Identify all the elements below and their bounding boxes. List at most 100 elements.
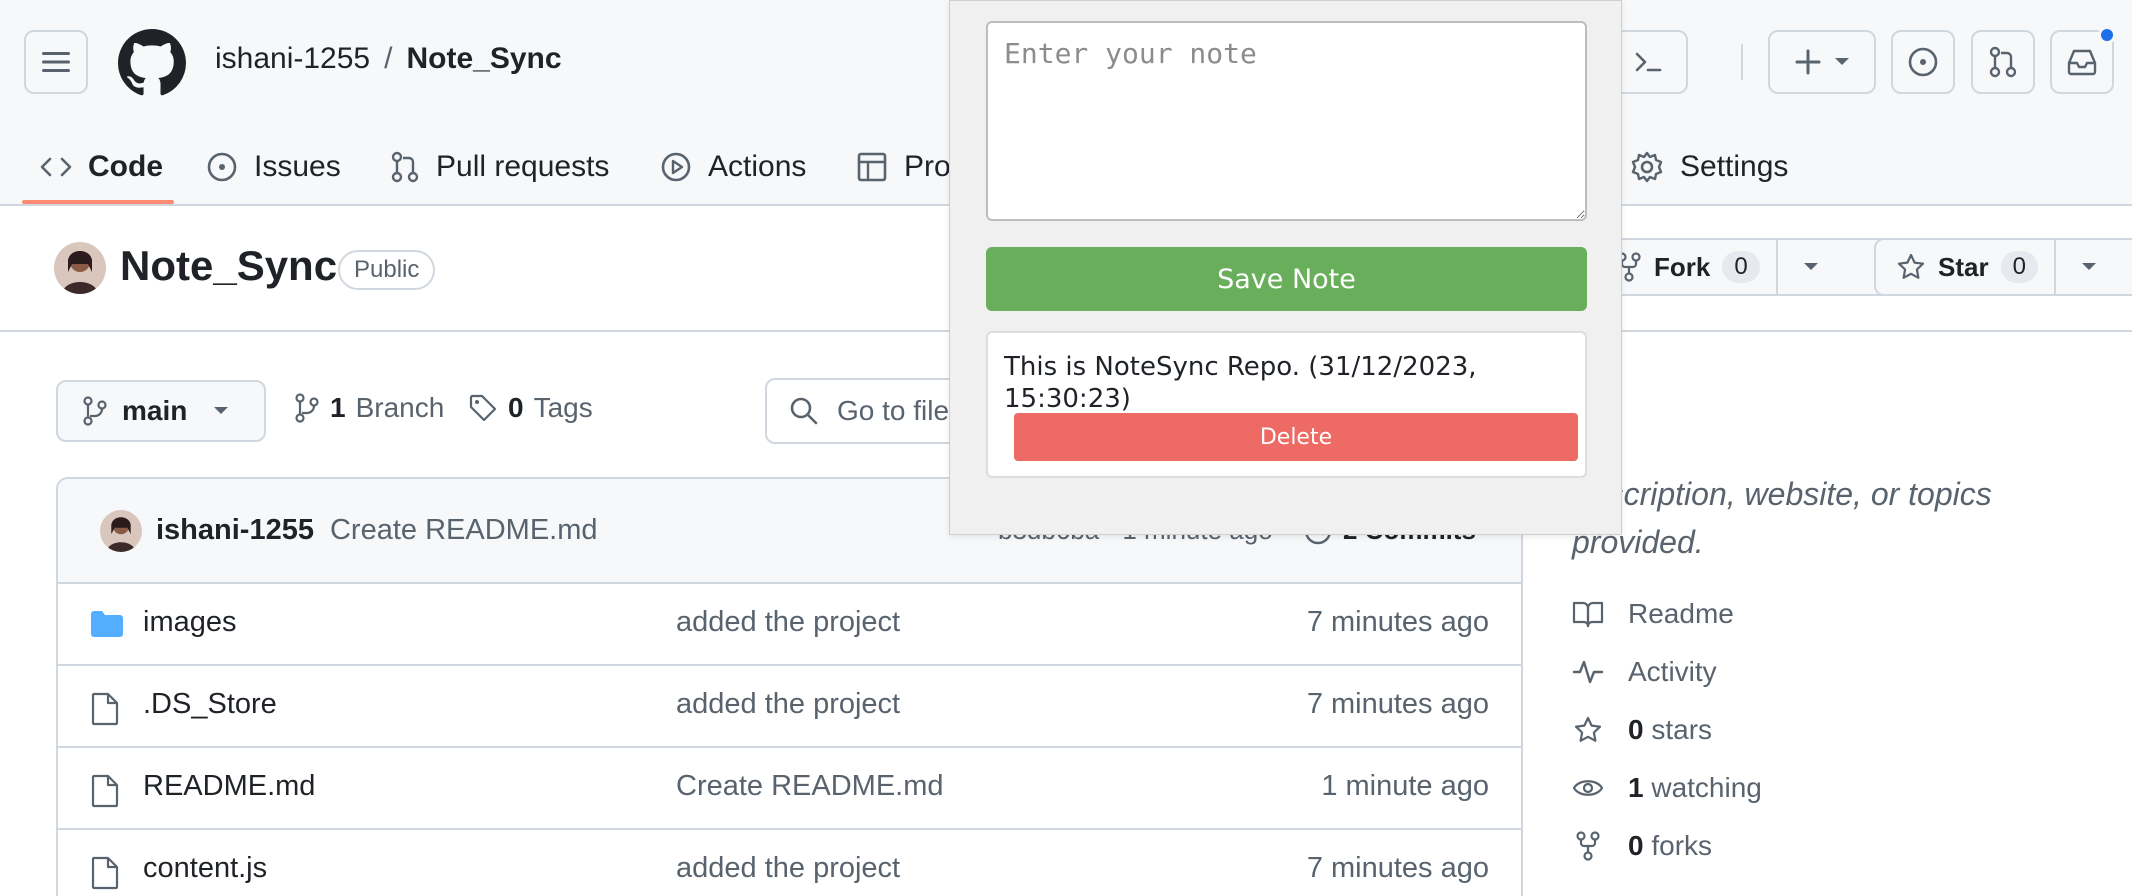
menu-button[interactable] [24,30,88,94]
branch-icon [295,393,319,423]
create-new-button[interactable] [1768,30,1876,94]
file-name[interactable]: .DS_Store [143,688,277,721]
notesync-extension-popup: Save Note This is NoteSync Repo. (31/12/… [949,0,1622,535]
file-row: content.js added the project 7 minutes a… [58,830,1521,896]
file-icon [91,692,119,726]
tab-actions-label: Actions [708,150,807,183]
breadcrumb-repo-link[interactable]: Note_Sync [406,42,561,76]
folder-icon [91,611,123,637]
file-commit-message[interactable]: added the project [676,606,900,639]
repo-title[interactable]: Note_Sync [120,242,337,290]
sidebar-item-watching[interactable]: 1 watching [1572,772,1762,804]
star-label: Star [1938,251,1989,282]
watching-count: 1 [1628,772,1644,803]
star-button[interactable]: Star 0 [1876,240,2056,294]
sidebar-item-label: watching [1651,772,1762,803]
note-input[interactable] [986,21,1587,221]
issues-button[interactable] [1891,30,1955,94]
breadcrumb-owner-link[interactable]: ishani-1255 [215,42,370,76]
projects-icon [857,152,887,182]
file-row: .DS_Store added the project 7 minutes ag… [58,666,1521,748]
branch-selector[interactable]: main [56,380,266,442]
file-commit-message[interactable]: Create README.md [676,770,944,803]
tags-link[interactable]: 0 Tags [468,392,593,424]
file-icon [91,774,119,808]
file-commit-time: 7 minutes ago [1306,688,1489,720]
save-note-button[interactable]: Save Note [986,247,1587,311]
file-commit-time: 7 minutes ago [1306,606,1489,638]
tab-actions[interactable]: Actions [660,128,806,206]
issues-icon [207,152,237,182]
branches-link[interactable]: 1 Branch [294,392,444,424]
branch-count: 1 [330,392,346,423]
fork-dropdown-button[interactable] [1778,240,1844,294]
tab-pull-requests[interactable]: Pull requests [390,128,609,206]
file-name[interactable]: README.md [143,770,315,803]
star-dropdown-button[interactable] [2056,240,2122,294]
fork-button-group: Fork 0 [1594,238,1906,296]
tag-icon [469,394,497,422]
pull-request-icon [1989,46,2017,78]
inbox-icon [2067,49,2097,76]
file-icon [91,856,119,890]
caret-down-icon [1835,58,1849,65]
commit-author-avatar[interactable] [100,509,142,552]
tab-projects[interactable]: Pro [856,128,951,206]
file-commit-message[interactable]: added the project [676,852,900,885]
gear-icon [1631,151,1663,183]
file-commit-time: 7 minutes ago [1306,852,1489,884]
sidebar-item-label: Activity [1628,656,1717,687]
sidebar-item-stars[interactable]: 0 stars [1572,714,1712,746]
pull-requests-button[interactable] [1971,30,2035,94]
delete-note-button[interactable]: Delete [1014,413,1578,461]
file-row: README.md Create README.md 1 minute ago [58,748,1521,830]
tab-settings-label: Settings [1680,150,1789,183]
tab-issues-label: Issues [254,150,341,183]
active-tab-indicator [22,200,174,204]
file-name[interactable]: images [143,606,237,639]
github-logo-icon[interactable] [118,29,186,97]
star-icon [1574,716,1602,742]
terminal-icon [1635,52,1662,72]
branch-name: main [122,395,188,426]
file-commit-time: 1 minute ago [1321,770,1489,802]
forks-count: 0 [1628,830,1644,861]
pull-request-icon [391,151,419,183]
eye-icon [1572,780,1604,796]
plus-icon [1795,49,1821,75]
file-row: images added the project 7 minutes ago [58,584,1521,666]
owner-avatar[interactable] [54,242,106,294]
about-description: description, website, or topics provided… [1572,476,1992,560]
tab-code[interactable]: Code [40,128,163,206]
tag-count: 0 [508,392,524,423]
branch-count-label: Branch [355,392,445,423]
commit-author[interactable]: ishani-1255 [156,514,314,547]
tab-pull-requests-label: Pull requests [436,150,610,183]
commit-message[interactable]: Create README.md [330,514,598,547]
branch-icon [83,396,107,426]
sidebar-item-activity[interactable]: Activity [1572,656,1717,688]
visibility-badge: Public [338,250,436,290]
sidebar-item-forks[interactable]: 0 forks [1572,830,1712,862]
tab-projects-label: Pro [904,150,951,183]
tab-settings[interactable]: Settings [1630,128,1788,206]
file-list: ishani-1255 Create README.md b3db6ba · 1… [56,477,1523,896]
sidebar-item-readme[interactable]: Readme [1572,598,1734,630]
notification-dot [2098,26,2116,44]
star-icon [1897,253,1925,279]
file-commit-message[interactable]: added the project [676,688,900,721]
sidebar-item-label: forks [1651,830,1713,861]
saved-note-card: This is NoteSync Repo. (31/12/2023, 15:3… [986,331,1587,478]
file-name[interactable]: content.js [143,852,267,885]
issue-circle-icon [1908,47,1938,77]
fork-count: 0 [1722,251,1760,283]
fork-button[interactable]: Fork 0 [1596,240,1778,294]
caret-down-icon [2081,263,2096,270]
search-icon [790,397,818,425]
tag-count-label: Tags [533,392,593,423]
go-to-file-placeholder: Go to file [837,395,950,426]
toolbar-divider [1741,44,1743,80]
tab-issues[interactable]: Issues [206,128,341,206]
sidebar-item-label: Readme [1628,598,1734,629]
caret-down-icon [214,407,229,414]
